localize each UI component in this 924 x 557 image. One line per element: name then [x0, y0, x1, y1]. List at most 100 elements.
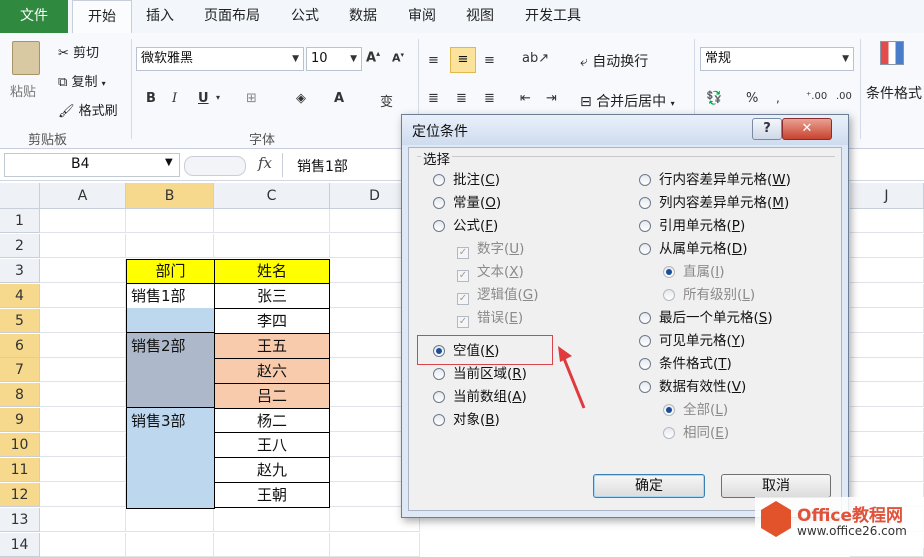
name-cell[interactable]: 王朝: [214, 482, 330, 509]
grid-cell[interactable]: [850, 333, 924, 358]
radio-right-8[interactable]: 条件格式(T): [639, 354, 732, 374]
radio-left-0[interactable]: 批注(C): [433, 170, 500, 190]
tab-home[interactable]: 开始: [72, 0, 132, 35]
align-middle-icon[interactable]: ≡: [450, 47, 476, 73]
cancel-button[interactable]: 取消: [721, 474, 831, 498]
align-top-icon[interactable]: ≡: [428, 53, 439, 68]
help-button[interactable]: ?: [752, 118, 782, 140]
grid-cell[interactable]: [850, 458, 924, 482]
wrap-text-button[interactable]: ⤶ 自动换行: [580, 51, 648, 71]
row-header[interactable]: 3: [0, 258, 40, 283]
fx-icon[interactable]: fx: [258, 154, 272, 172]
grid-cell[interactable]: [40, 507, 126, 532]
grid-cell[interactable]: [40, 532, 126, 557]
decrease-indent-icon[interactable]: ⇤: [520, 91, 531, 106]
grid-cell[interactable]: [126, 209, 214, 233]
orientation-icon[interactable]: ab↗: [522, 51, 549, 66]
column-header-j[interactable]: J: [850, 183, 924, 209]
grid-cell[interactable]: [126, 507, 214, 532]
row-header[interactable]: 1: [0, 209, 40, 233]
name-box[interactable]: B4 ▼: [4, 153, 180, 177]
grid-cell[interactable]: [126, 233, 214, 258]
accounting-icon[interactable]: 💱: [706, 91, 722, 106]
paste-button[interactable]: 粘贴: [10, 81, 36, 100]
grow-font-icon[interactable]: A▴: [366, 49, 380, 65]
grid-cell[interactable]: [850, 433, 924, 458]
fill-color-icon[interactable]: ◈: [296, 91, 306, 106]
increase-indent-icon[interactable]: ⇥: [546, 91, 557, 106]
radio-left-10[interactable]: 对象(B): [433, 410, 500, 430]
grid-cell[interactable]: [850, 209, 924, 233]
tab-data[interactable]: 数据: [338, 0, 388, 33]
number-format-combo[interactable]: 常规 ▼: [700, 47, 854, 71]
row-header[interactable]: 5: [0, 308, 40, 333]
row-header[interactable]: 9: [0, 408, 40, 433]
format-painter-button[interactable]: 🖌 格式刷: [58, 100, 118, 119]
grid-cell[interactable]: [850, 233, 924, 258]
cut-button[interactable]: ✂ 剪切: [58, 42, 99, 61]
name-cell[interactable]: 杨二: [214, 407, 330, 434]
grid-cell[interactable]: [850, 308, 924, 333]
grid-cell[interactable]: [850, 408, 924, 433]
grid-cell[interactable]: [214, 507, 330, 532]
grid-cell[interactable]: [850, 258, 924, 283]
italic-icon[interactable]: I: [172, 91, 177, 106]
blank-cell[interactable]: [126, 308, 215, 333]
radio-left-2[interactable]: 公式(F): [433, 216, 498, 236]
row-header[interactable]: 7: [0, 358, 40, 383]
decrease-decimal-icon[interactable]: .00: [836, 91, 852, 102]
underline-icon[interactable]: U: [198, 91, 209, 106]
align-bottom-icon[interactable]: ≡: [484, 53, 495, 68]
align-center-icon[interactable]: ≣: [456, 91, 467, 106]
radio-right-3[interactable]: 从属单元格(D): [639, 239, 747, 259]
radio-right-7[interactable]: 可见单元格(Y): [639, 331, 745, 351]
chevron-down-icon[interactable]: ▾: [216, 93, 220, 102]
align-right-icon[interactable]: ≣: [484, 91, 495, 106]
dept-cell-sales1[interactable]: 销售1部: [126, 283, 215, 309]
column-header-b[interactable]: B: [126, 183, 214, 209]
row-header[interactable]: 11: [0, 458, 40, 482]
comma-icon[interactable]: ,: [776, 91, 780, 105]
radio-right-6[interactable]: 最后一个单元格(S): [639, 308, 773, 328]
dept-cell-sales2[interactable]: 销售2部: [126, 332, 215, 408]
grid-cell[interactable]: [40, 209, 126, 233]
grid-cell[interactable]: [330, 532, 420, 557]
merge-center-button[interactable]: ⊟ 合并后居中 ▾: [580, 91, 675, 111]
row-header[interactable]: 12: [0, 482, 40, 507]
radio-left-8[interactable]: 当前区域(R): [433, 364, 527, 384]
grid-cell[interactable]: [214, 209, 330, 233]
row-header[interactable]: 6: [0, 333, 40, 358]
row-header[interactable]: 2: [0, 233, 40, 258]
row-header[interactable]: 4: [0, 283, 40, 308]
percent-button[interactable]: %: [746, 91, 758, 106]
font-size-combo[interactable]: 10 ▼: [306, 47, 362, 71]
tab-review[interactable]: 审阅: [398, 0, 446, 33]
row-header[interactable]: 13: [0, 507, 40, 532]
grid-cell[interactable]: [40, 458, 126, 482]
grid-cell[interactable]: [40, 308, 126, 333]
row-header[interactable]: 8: [0, 383, 40, 408]
tab-developer[interactable]: 开发工具: [514, 0, 592, 33]
grid-cell[interactable]: [850, 358, 924, 383]
select-all-corner[interactable]: [0, 183, 40, 209]
tab-file[interactable]: 文件: [0, 0, 68, 33]
column-header-a[interactable]: A: [40, 183, 126, 209]
dept-cell-sales3[interactable]: 销售3部: [126, 407, 215, 509]
radio-right-2[interactable]: 引用单元格(P): [639, 216, 745, 236]
grid-cell[interactable]: [40, 433, 126, 458]
name-cell[interactable]: 赵九: [214, 457, 330, 484]
conditional-format-button[interactable]: 条件格式: [866, 83, 922, 103]
name-cell[interactable]: 王八: [214, 432, 330, 459]
name-cell[interactable]: 吕二: [214, 382, 330, 409]
name-cell[interactable]: 赵六: [214, 357, 330, 384]
row-header[interactable]: 10: [0, 433, 40, 458]
grid-cell[interactable]: [214, 233, 330, 258]
grid-cell[interactable]: [126, 532, 214, 557]
align-left-icon[interactable]: ≣: [428, 91, 439, 106]
grid-cell[interactable]: [40, 358, 126, 383]
copy-button[interactable]: ⧉ 复制 ▾: [58, 71, 106, 90]
tab-view[interactable]: 视图: [456, 0, 504, 33]
grid-cell[interactable]: [214, 532, 330, 557]
row-header[interactable]: 14: [0, 532, 40, 557]
column-header-c[interactable]: C: [214, 183, 330, 209]
